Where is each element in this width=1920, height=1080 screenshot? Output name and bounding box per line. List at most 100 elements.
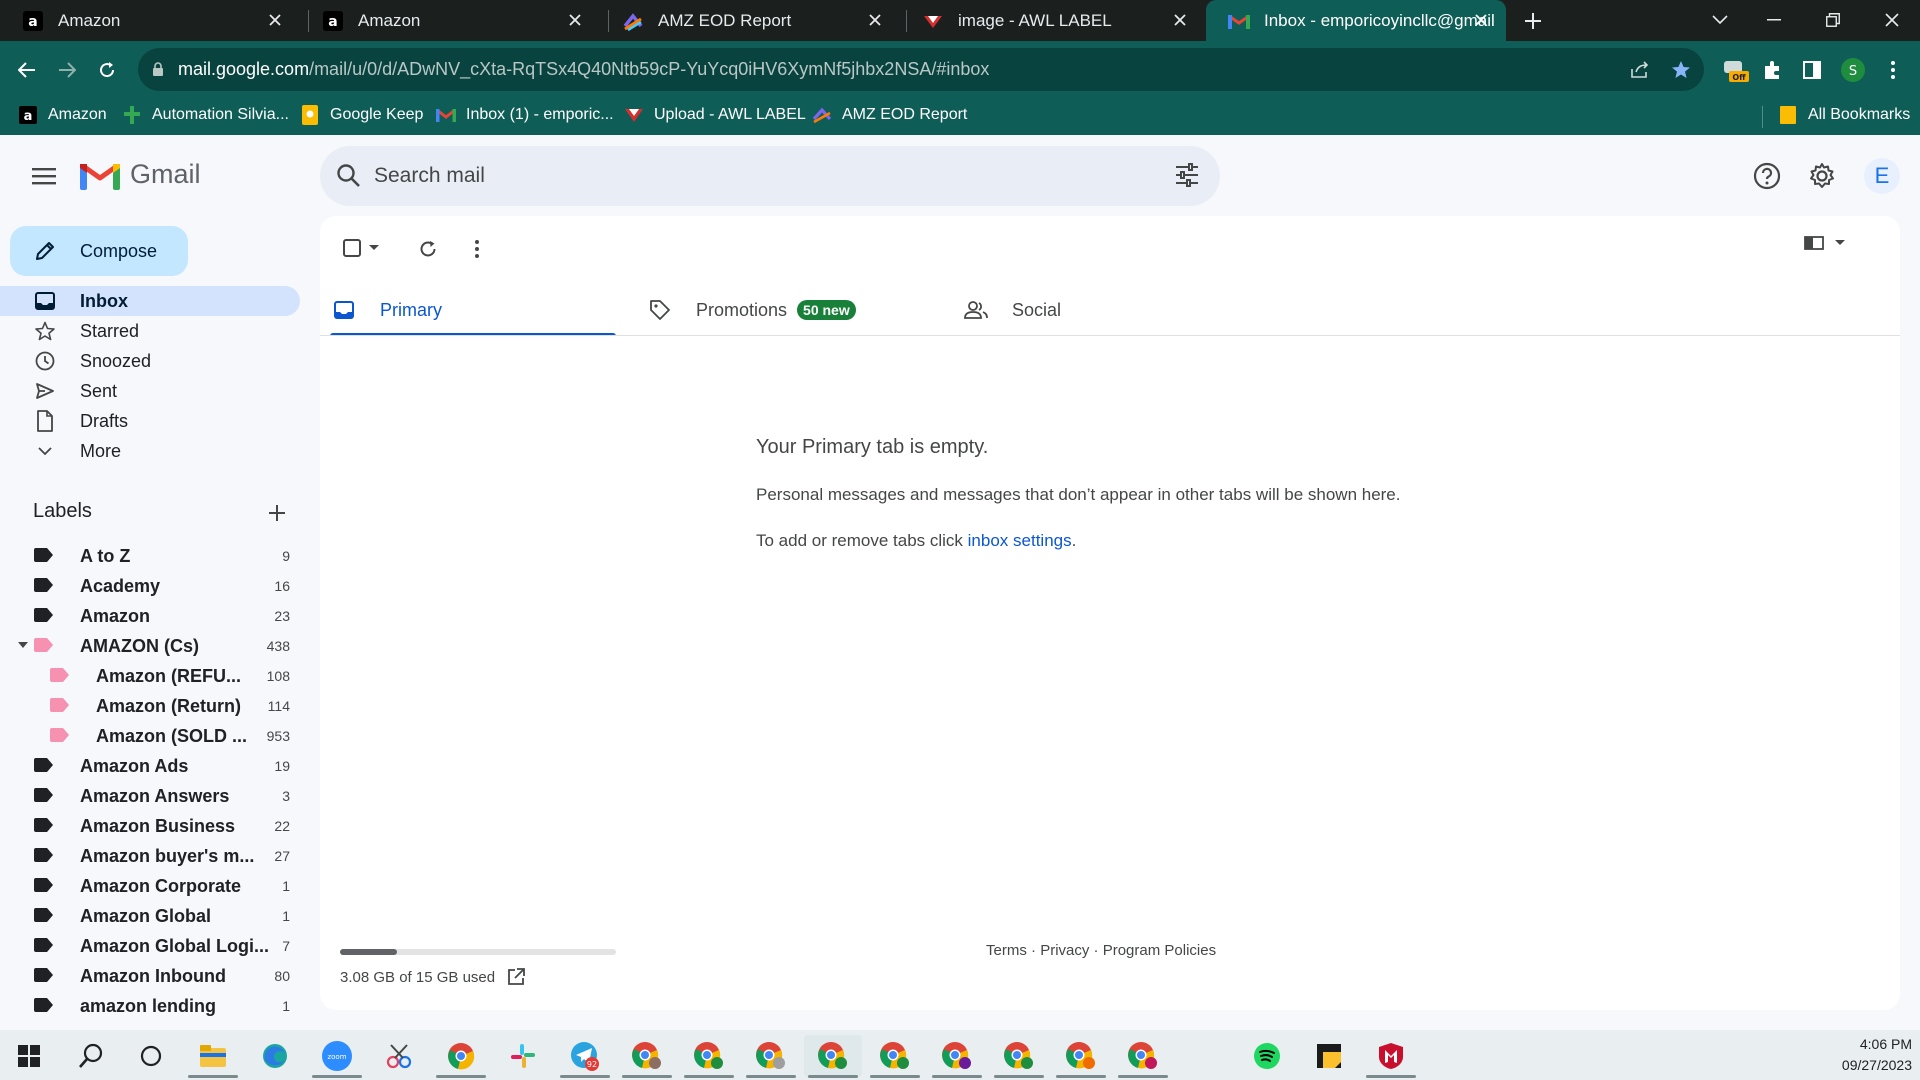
chrome-profile-icon[interactable] bbox=[990, 1035, 1048, 1078]
address-bar[interactable]: mail.google.com/mail/u/0/d/ADwNV_cXta-Rq… bbox=[138, 48, 1704, 91]
label-item[interactable]: Amazon Global Logi... 7 bbox=[0, 931, 300, 961]
expand-caret-icon[interactable] bbox=[18, 642, 28, 649]
label-item[interactable]: Amazon buyer's m... 27 bbox=[0, 841, 300, 871]
chrome-profile-icon[interactable] bbox=[742, 1035, 800, 1078]
label-item[interactable]: Amazon Answers 3 bbox=[0, 781, 300, 811]
tab-promotions[interactable]: Promotions 50 new bbox=[636, 284, 932, 336]
split-pane-toggle[interactable] bbox=[1804, 234, 1846, 252]
select-all[interactable] bbox=[342, 238, 380, 258]
chrome-profile-icon[interactable] bbox=[866, 1035, 924, 1078]
search-input[interactable] bbox=[374, 160, 1134, 192]
chrome-profile-icon[interactable] bbox=[618, 1035, 676, 1078]
browser-tab-active[interactable]: Inbox - emporicoyincllc@gmail.c bbox=[1206, 0, 1506, 41]
tab-search-icon[interactable] bbox=[1700, 6, 1740, 34]
gmail-logo[interactable]: Gmail bbox=[80, 159, 201, 190]
restore-icon[interactable] bbox=[1813, 6, 1853, 34]
settings-gear-icon[interactable] bbox=[1804, 158, 1840, 194]
chrome-profile-icon[interactable] bbox=[804, 1035, 862, 1078]
search-options-icon[interactable] bbox=[1174, 162, 1200, 188]
edge-icon[interactable] bbox=[246, 1035, 304, 1077]
compose-button[interactable]: Compose bbox=[10, 226, 188, 276]
browser-tab[interactable]: a Amazon bbox=[300, 0, 600, 41]
side-panel-icon[interactable] bbox=[1797, 55, 1827, 85]
nav-inbox[interactable]: Inbox bbox=[0, 286, 300, 316]
label-item[interactable]: Amazon Business 22 bbox=[0, 811, 300, 841]
label-item[interactable]: Amazon Ads 19 bbox=[0, 751, 300, 781]
telegram-icon[interactable]: 92 bbox=[556, 1035, 614, 1078]
browser-tab[interactable]: image - AWL LABEL bbox=[900, 0, 1205, 41]
back-icon[interactable] bbox=[12, 55, 42, 85]
refresh-icon[interactable] bbox=[413, 234, 443, 264]
label-item[interactable]: Amazon (REFU... 108 bbox=[0, 661, 300, 691]
more-options-icon[interactable] bbox=[462, 234, 492, 264]
close-icon[interactable] bbox=[1470, 9, 1492, 31]
search-bar[interactable] bbox=[320, 146, 1220, 206]
bookmark-inbox[interactable]: Inbox (1) - emporic... bbox=[436, 105, 614, 125]
minimize-icon[interactable] bbox=[1754, 6, 1794, 34]
nav-snoozed[interactable]: Snoozed bbox=[0, 346, 300, 376]
mcafee-icon[interactable] bbox=[1362, 1035, 1420, 1078]
windows-start-icon[interactable] bbox=[0, 1035, 58, 1077]
file-explorer-icon[interactable] bbox=[184, 1035, 242, 1078]
chrome-profile-icon[interactable] bbox=[1114, 1035, 1172, 1078]
main-menu-icon[interactable] bbox=[26, 158, 62, 194]
nav-starred[interactable]: Starred bbox=[0, 316, 300, 346]
label-item[interactable]: Amazon Global 1 bbox=[0, 901, 300, 931]
chrome-icon[interactable] bbox=[432, 1035, 490, 1078]
bookmark-eod[interactable]: AMZ EOD Report bbox=[812, 105, 967, 125]
chevron-down-icon[interactable] bbox=[368, 244, 380, 252]
inbox-settings-link[interactable]: inbox settings bbox=[968, 531, 1072, 550]
account-avatar[interactable]: E bbox=[1864, 158, 1900, 194]
spotify-icon[interactable] bbox=[1238, 1035, 1296, 1077]
add-label-icon[interactable] bbox=[264, 500, 290, 526]
close-icon[interactable] bbox=[864, 9, 886, 31]
window-close-icon[interactable] bbox=[1872, 6, 1912, 34]
bookmark-automation[interactable]: Automation Silvia... bbox=[122, 105, 289, 125]
reload-icon[interactable] bbox=[92, 55, 122, 85]
bookmark-amazon[interactable]: a Amazon bbox=[18, 105, 107, 125]
extensions-icon[interactable] bbox=[1757, 55, 1787, 85]
chrome-profile-icon[interactable] bbox=[1052, 1035, 1110, 1078]
chrome-profile-icon[interactable] bbox=[680, 1035, 738, 1078]
terms-link[interactable]: Terms bbox=[986, 942, 1027, 959]
search-icon[interactable] bbox=[336, 163, 362, 189]
nav-drafts[interactable]: Drafts bbox=[0, 406, 300, 436]
task-view-icon[interactable] bbox=[122, 1035, 180, 1077]
browser-tab[interactable]: AMZ EOD Report bbox=[600, 0, 900, 41]
profile-avatar[interactable]: S bbox=[1838, 55, 1868, 85]
chrome-profile-icon[interactable] bbox=[928, 1035, 986, 1078]
tab-primary[interactable]: Primary bbox=[320, 284, 616, 336]
close-icon[interactable] bbox=[264, 9, 286, 31]
label-item[interactable]: Amazon (SOLD ... 953 bbox=[0, 721, 300, 751]
label-item[interactable]: Academy 16 bbox=[0, 571, 300, 601]
snipping-tool-icon[interactable] bbox=[370, 1035, 428, 1077]
nav-more[interactable]: More bbox=[0, 436, 300, 466]
close-icon[interactable] bbox=[564, 9, 586, 31]
slack-icon[interactable] bbox=[494, 1035, 552, 1077]
tab-social[interactable]: Social bbox=[952, 284, 1248, 336]
label-item[interactable]: Amazon Corporate 1 bbox=[0, 871, 300, 901]
help-icon[interactable] bbox=[1749, 158, 1785, 194]
label-item[interactable]: A to Z 9 bbox=[0, 541, 300, 571]
bookmark-keep[interactable]: Google Keep bbox=[300, 105, 423, 125]
sticky-notes-icon[interactable] bbox=[1300, 1035, 1358, 1077]
incognito-off-icon[interactable]: Off bbox=[1720, 55, 1750, 85]
label-item[interactable]: Amazon (Return) 114 bbox=[0, 691, 300, 721]
browser-tab[interactable]: a Amazon bbox=[0, 0, 300, 41]
bookmark-upload[interactable]: Upload - AWL LABEL bbox=[624, 105, 806, 125]
bookmark-star-icon[interactable] bbox=[1666, 55, 1696, 85]
external-link-icon[interactable] bbox=[507, 968, 526, 986]
label-item[interactable]: Amazon 23 bbox=[0, 601, 300, 631]
taskbar-search-icon[interactable] bbox=[62, 1035, 120, 1077]
nav-sent[interactable]: Sent bbox=[0, 376, 300, 406]
program-policies-link[interactable]: Program Policies bbox=[1103, 942, 1216, 959]
checkbox-icon[interactable] bbox=[342, 238, 362, 258]
zoom-icon[interactable]: zoom bbox=[308, 1035, 366, 1078]
privacy-link[interactable]: Privacy bbox=[1040, 942, 1089, 959]
all-bookmarks[interactable]: All Bookmarks bbox=[1778, 105, 1910, 125]
label-item[interactable]: AMAZON (Cs) 438 bbox=[0, 631, 300, 661]
new-tab-button[interactable] bbox=[1520, 8, 1546, 34]
label-item[interactable]: amazon lending 1 bbox=[0, 991, 300, 1021]
share-icon[interactable] bbox=[1625, 55, 1655, 85]
label-item[interactable]: Amazon Inbound 80 bbox=[0, 961, 300, 991]
